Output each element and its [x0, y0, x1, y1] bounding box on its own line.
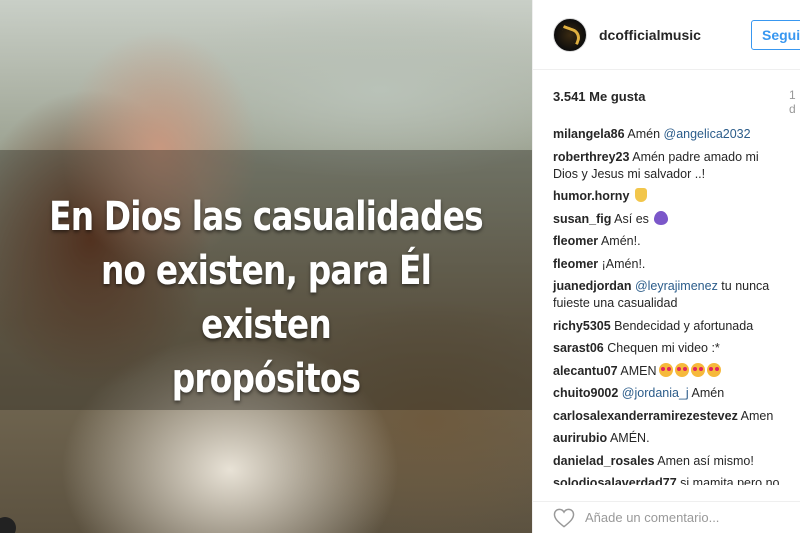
- comment-item: richy5305 Bendecidad y afortunada: [553, 318, 780, 335]
- comment-mention[interactable]: @angelica2032: [664, 127, 751, 141]
- comment-item: fleomer ¡Amén!.: [553, 256, 780, 273]
- comment-username[interactable]: milangela86: [553, 127, 625, 141]
- comment-mention[interactable]: @jordania_j: [622, 386, 689, 400]
- post-timestamp[interactable]: 1 d: [789, 88, 800, 116]
- thumbs-up-icon: [634, 188, 647, 202]
- comment-username[interactable]: danielad_rosales: [553, 454, 654, 468]
- comment-username[interactable]: roberthrey23: [553, 150, 629, 164]
- comment-username[interactable]: solodiosalaverdad77: [553, 476, 677, 485]
- comment-username[interactable]: carlosalexanderramirezestevez: [553, 409, 738, 423]
- comment-item: chuito9002 @jordania_j Amén: [553, 385, 780, 402]
- post-header: dcofficialmusic Seguir: [533, 0, 800, 70]
- username-link[interactable]: dcofficialmusic: [599, 27, 701, 43]
- comment-username[interactable]: alecantu07: [553, 364, 618, 378]
- comments-list: milangela86 Amén @angelica2032 roberthre…: [533, 122, 800, 485]
- comment-text: Así es: [614, 211, 649, 226]
- comment-text: Amen así mismo!: [657, 453, 754, 468]
- comment-username[interactable]: aurirubio: [553, 431, 607, 445]
- likes-row: 3.541 Me gusta 1 d: [533, 70, 800, 122]
- comment-item: carlosalexanderramirezestevez Amen: [553, 408, 780, 425]
- heart-eyes-icon: [690, 362, 705, 377]
- comment-item: humor.horny: [553, 188, 780, 205]
- heart-eyes-icon: [706, 362, 721, 377]
- comment-username[interactable]: fleomer: [553, 234, 598, 248]
- comment-username[interactable]: fleomer: [553, 257, 598, 271]
- likes-count[interactable]: 3.541 Me gusta: [553, 89, 646, 104]
- comment-username[interactable]: juanedjordan: [553, 279, 631, 293]
- comment-item: fleomer Amén!.: [553, 233, 780, 250]
- comment-username[interactable]: sarast06: [553, 341, 604, 355]
- comment-text: Amén!.: [600, 234, 641, 248]
- comment-mention[interactable]: @leyrajimenez: [635, 279, 718, 293]
- like-heart-icon[interactable]: [553, 508, 575, 528]
- comment-username[interactable]: richy5305: [553, 319, 611, 333]
- comment-text: Amén: [688, 386, 725, 400]
- comment-item: alecantu07 AMEN: [553, 362, 780, 380]
- post-image[interactable]: En Dios las casualidades no existen, par…: [0, 0, 532, 533]
- purple-heart-icon: [654, 210, 669, 225]
- comment-text: Amén: [627, 127, 664, 141]
- comment-item: danielad_rosales Amen así mismo!: [553, 453, 780, 470]
- comment-item: susan_fig Así es: [553, 210, 780, 228]
- comment-text: AMEN: [620, 363, 657, 378]
- comment-username[interactable]: chuito9002: [553, 386, 618, 400]
- comment-item: roberthrey23 Amén padre amado mi Dios y …: [553, 149, 780, 183]
- avatar[interactable]: [553, 17, 587, 52]
- comment-text: Amen: [740, 408, 774, 423]
- heart-eyes-icon: [674, 362, 689, 377]
- comment-item: sarast06 Chequen mi video :*: [553, 340, 780, 357]
- comment-composer: [533, 501, 800, 533]
- quote-line: En Dios las casualidades: [49, 194, 484, 240]
- quote-line: propósitos: [171, 356, 361, 402]
- comment-item: milangela86 Amén @angelica2032: [553, 126, 780, 143]
- comment-text: ¡Amén!.: [601, 256, 646, 271]
- comment-item: juanedjordan @leyrajimenez tu nunca fuie…: [553, 278, 780, 312]
- comment-username[interactable]: susan_fig: [553, 212, 611, 226]
- comment-text: Chequen mi video :*: [607, 341, 720, 355]
- comment-username[interactable]: humor.horny: [553, 189, 629, 203]
- corner-indicator: [0, 517, 16, 533]
- comment-item: solodiosalaverdad77 si mamita pero no: [553, 475, 780, 485]
- comment-text: si mamita pero no: [680, 476, 780, 485]
- post-sidebar: dcofficialmusic Seguir 3.541 Me gusta 1 …: [532, 0, 800, 533]
- logo-icon: [559, 24, 583, 45]
- comment-text: AMÉN.: [609, 431, 650, 445]
- comment-input[interactable]: [585, 510, 765, 525]
- instagram-post-view: En Dios las casualidades no existen, par…: [0, 0, 800, 533]
- heart-eyes-icon: [658, 362, 673, 377]
- follow-button[interactable]: Seguir: [751, 20, 800, 50]
- post-quote-text: En Dios las casualidades no existen, par…: [48, 190, 484, 406]
- comment-item: aurirubio AMÉN.: [553, 430, 780, 447]
- quote-line: no existen, para Él existen: [100, 248, 432, 348]
- comment-text: Bendecidad y afortunada: [614, 318, 754, 333]
